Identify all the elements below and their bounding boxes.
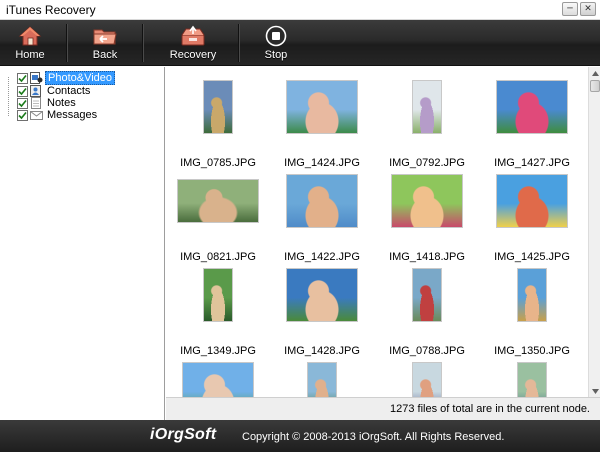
title-bar: iTunes Recovery ─ ✕	[0, 0, 600, 20]
window-controls: ─ ✕	[562, 2, 596, 16]
stop-icon	[263, 24, 289, 48]
file-name-label: IMG_0785.JPG	[180, 157, 256, 169]
file-name-label: IMG_0788.JPG	[389, 345, 465, 357]
photo-thumbnail-cell[interactable]: IMG_0788.JPG	[375, 263, 479, 357]
photo-thumbnail-cell[interactable]	[270, 357, 374, 397]
toolbar-divider	[66, 24, 67, 62]
tree-item-photo-video[interactable]: Photo&Video	[10, 71, 116, 85]
tree-label: Photo&Video	[45, 71, 116, 85]
photo-thumbnail[interactable]	[182, 362, 254, 397]
photo-thumbnail-cell[interactable]: IMG_1349.JPG	[166, 263, 270, 357]
tree-item-notes[interactable]: Notes	[10, 97, 78, 109]
vertical-scrollbar[interactable]	[588, 67, 600, 397]
category-tree: Photo&Video Contacts Notes Messages	[0, 67, 165, 420]
photo-thumbnail-cell[interactable]: IMG_1427.JPG	[480, 75, 584, 169]
file-name-label: IMG_1349.JPG	[180, 345, 256, 357]
recovery-button[interactable]: Recovery	[166, 20, 220, 66]
file-name-label: IMG_0792.JPG	[389, 157, 465, 169]
photo-thumbnail-cell[interactable]: IMG_1350.JPG	[480, 263, 584, 357]
photo-thumbnail-cell[interactable]: IMG_1418.JPG	[375, 169, 479, 263]
photo-thumbnail-cell[interactable]: IMG_0792.JPG	[375, 75, 479, 169]
brand-logo: iOrgSoft	[150, 426, 217, 443]
photo-thumbnail[interactable]	[286, 268, 358, 322]
photo-thumbnail[interactable]	[203, 268, 233, 322]
file-name-label: IMG_1425.JPG	[494, 251, 570, 263]
file-name-label: IMG_0821.JPG	[180, 251, 256, 263]
photo-thumbnail-cell[interactable]: IMG_1422.JPG	[270, 169, 374, 263]
stop-button[interactable]: Stop	[256, 20, 296, 66]
toolbar-divider	[238, 24, 239, 62]
contacts-checkbox[interactable]	[17, 85, 28, 97]
photo-thumbnail-cell[interactable]: IMG_1424.JPG	[270, 75, 374, 169]
photo-thumbnail[interactable]	[412, 362, 442, 397]
tree-connector	[8, 77, 9, 116]
photo-thumbnail-cell[interactable]	[166, 357, 270, 397]
back-button[interactable]: Back	[82, 20, 128, 66]
tree-label: Notes	[47, 97, 76, 109]
photo-thumbnail[interactable]	[177, 179, 259, 223]
photo-thumbnail-cell[interactable]: IMG_1425.JPG	[480, 169, 584, 263]
photo-thumbnail[interactable]	[286, 80, 358, 134]
close-button[interactable]: ✕	[580, 2, 596, 16]
tree-item-contacts[interactable]: Contacts	[10, 85, 92, 97]
scroll-thumb[interactable]	[590, 80, 600, 92]
tree-label: Messages	[47, 109, 98, 121]
photo-thumbnail-cell[interactable]	[480, 357, 584, 397]
file-name-label: IMG_1424.JPG	[284, 157, 360, 169]
minimize-button[interactable]: ─	[562, 2, 578, 16]
photo-thumbnail[interactable]	[517, 268, 547, 322]
file-name-label: IMG_1428.JPG	[284, 345, 360, 357]
stop-label: Stop	[264, 49, 288, 61]
file-count-status: 1273 files of total are in the current n…	[390, 403, 590, 415]
back-folder-icon	[92, 24, 118, 48]
copyright-text: Copyright © 2008-2013 iOrgSoft. All Righ…	[242, 431, 505, 443]
toolbar-divider	[142, 24, 143, 62]
photo-thumbnail[interactable]	[203, 80, 233, 134]
scroll-down-icon[interactable]	[589, 385, 600, 397]
tree-item-messages[interactable]: Messages	[10, 109, 99, 121]
file-name-label: IMG_1350.JPG	[494, 345, 570, 357]
status-bar: 1273 files of total are in the current n…	[166, 397, 600, 420]
photo-thumbnail[interactable]	[496, 80, 568, 134]
messages-checkbox[interactable]	[17, 109, 28, 121]
file-name-label: IMG_1427.JPG	[494, 157, 570, 169]
photo-thumbnail-cell[interactable]: IMG_1428.JPG	[270, 263, 374, 357]
photo-thumbnail-cell[interactable]: IMG_0821.JPG	[166, 169, 270, 263]
toolbar: Home Back Recovery Stop	[0, 20, 600, 66]
home-icon	[17, 24, 43, 48]
photo-thumbnail[interactable]	[412, 80, 442, 134]
photo-thumbnail-cell[interactable]	[375, 357, 479, 397]
recovery-label: Recovery	[169, 49, 217, 61]
photo-video-checkbox[interactable]	[17, 72, 28, 84]
photo-thumbnail[interactable]	[286, 174, 358, 228]
photo-thumbnail-cell[interactable]: IMG_0785.JPG	[166, 75, 270, 169]
file-name-label: IMG_1422.JPG	[284, 251, 360, 263]
home-button[interactable]: Home	[8, 20, 52, 66]
messages-icon	[30, 109, 43, 121]
thumbnail-grid: IMG_0785.JPG IMG_1424.JPG IMG_0792.JPG IMG_…	[166, 67, 588, 397]
footer: iOrgSoft Copyright © 2008-2013 iOrgSoft.…	[0, 420, 600, 452]
contacts-icon	[30, 85, 43, 97]
file-name-label: IMG_1418.JPG	[389, 251, 465, 263]
tree-label: Contacts	[47, 85, 91, 97]
photo-thumbnail[interactable]	[496, 174, 568, 228]
photo-thumbnail[interactable]	[307, 362, 337, 397]
notes-icon	[30, 97, 43, 109]
window-title: iTunes Recovery	[6, 2, 96, 17]
home-label: Home	[15, 49, 45, 61]
photo-thumbnail[interactable]	[391, 174, 463, 228]
photo-thumbnail[interactable]	[412, 268, 442, 322]
notes-checkbox[interactable]	[17, 97, 28, 109]
photo-thumbnail[interactable]	[517, 362, 547, 397]
scroll-up-icon[interactable]	[589, 67, 600, 79]
back-label: Back	[92, 49, 118, 61]
recovery-icon	[180, 24, 206, 48]
photo-video-icon	[30, 72, 43, 84]
